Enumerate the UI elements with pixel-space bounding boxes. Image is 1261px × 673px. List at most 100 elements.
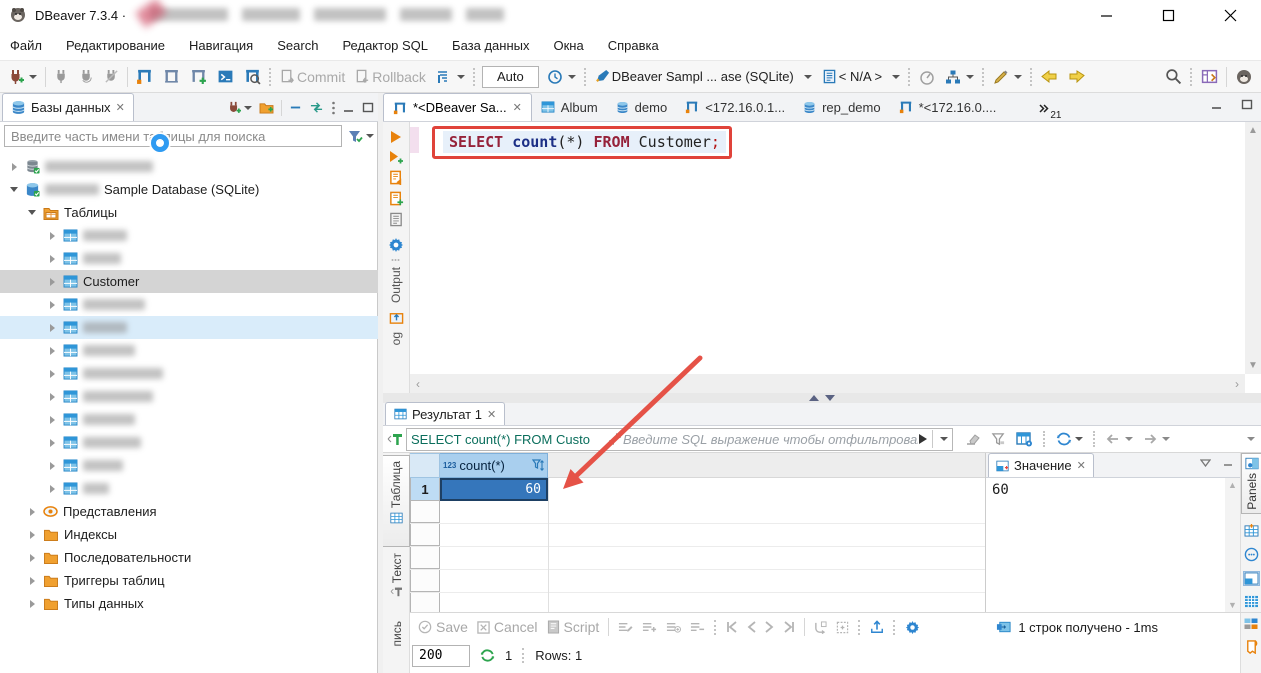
window-minimize-button[interactable] [1075, 0, 1137, 30]
tab-databases[interactable]: Базы данных ✕ [2, 93, 134, 121]
minimize-panel-button[interactable] [343, 102, 355, 114]
commit-button[interactable]: Commit [278, 67, 347, 87]
tree-item-blurred-table[interactable] [0, 247, 378, 270]
tree-item-blurred-table[interactable] [0, 362, 378, 385]
menu-sql-editor[interactable]: Редактор SQL [342, 38, 428, 53]
open-declaration-icon[interactable] [389, 310, 404, 325]
fetch-page-icon[interactable] [814, 621, 827, 634]
duplicate-row-icon[interactable] [666, 621, 681, 633]
tab-panels[interactable]: Panels [1241, 453, 1261, 514]
delete-row-icon[interactable] [690, 621, 705, 633]
new-folder-button[interactable] [259, 101, 274, 114]
panel-references-icon[interactable] [1244, 547, 1259, 562]
tab-sql-editor-172-1[interactable]: <172.16.0.1... [676, 93, 794, 121]
perspective-editor-icon[interactable] [1199, 66, 1220, 87]
custom-filter-icon[interactable] [991, 432, 1006, 446]
editor-vertical-scrollbar[interactable]: ▲▼ [1245, 122, 1261, 374]
value-panel-scrollbar[interactable]: ▲▼ [1225, 478, 1240, 612]
tree-item-blurred-table[interactable] [0, 408, 378, 431]
forward-button[interactable] [1066, 67, 1087, 86]
previous-row-icon[interactable] [747, 621, 756, 633]
execute-new-tab-button[interactable] [389, 150, 404, 164]
tree-folder-views[interactable]: Представления [0, 500, 378, 523]
tree-item-sample-database[interactable]: Sample Database (SQLite) [0, 178, 378, 201]
connect-button[interactable] [52, 67, 71, 86]
menu-database[interactable]: База данных [452, 38, 529, 53]
tree-item-blurred-table[interactable] [0, 339, 378, 362]
table-search-input[interactable] [4, 125, 342, 147]
row-number-cell[interactable]: 1 [410, 478, 440, 501]
export-results-icon[interactable] [870, 620, 884, 634]
transaction-log-button[interactable] [434, 67, 467, 87]
close-icon[interactable]: ✕ [487, 408, 496, 421]
clear-filter-icon[interactable] [965, 432, 981, 446]
filter-settings-icon[interactable] [347, 129, 374, 144]
collapse-all-button[interactable] [289, 101, 302, 114]
tab-output[interactable]: Output [389, 263, 403, 307]
window-close-button[interactable] [1199, 0, 1261, 30]
menu-edit[interactable]: Редактирование [66, 38, 165, 53]
first-row-icon[interactable] [726, 621, 738, 633]
tree-item-blurred-table[interactable] [0, 385, 378, 408]
dashboard-button[interactable] [917, 67, 937, 87]
next-row-icon[interactable] [765, 621, 774, 633]
filter-history-dropdown[interactable] [940, 437, 948, 441]
tab-value[interactable]: Значение ✕ [988, 453, 1094, 477]
grid-empty-row[interactable] [410, 524, 985, 547]
tree-item-blurred-table[interactable] [0, 431, 378, 454]
results-settings-gear-icon[interactable] [905, 620, 920, 635]
menu-navigate[interactable]: Навигация [189, 38, 253, 53]
sql-console-button[interactable] [215, 66, 236, 87]
script-button[interactable]: Script [547, 619, 600, 635]
editor-results-splitter[interactable] [383, 393, 1261, 403]
network-button[interactable] [943, 67, 976, 87]
autocommit-combo[interactable]: Auto [482, 66, 539, 88]
menu-file[interactable]: Файл [10, 38, 42, 53]
window-maximize-button[interactable] [1137, 0, 1199, 30]
last-row-icon[interactable] [783, 621, 795, 633]
refresh-results-button[interactable] [1056, 431, 1083, 447]
tab-log[interactable]: og [389, 328, 403, 349]
link-with-editor-button[interactable] [309, 101, 324, 114]
cancel-button[interactable]: Cancel [477, 619, 538, 635]
tree-folder-sequences[interactable]: Последовательности [0, 546, 378, 569]
active-schema-combo[interactable]: < N/A > [820, 67, 902, 86]
panel-aggregate-icon[interactable] [1244, 595, 1259, 608]
tab-overflow-chevron[interactable]: 21 [1039, 101, 1061, 121]
editor-horizontal-scrollbar[interactable]: ‹› [410, 374, 1245, 393]
tab-result-1[interactable]: Результат 1 ✕ [385, 402, 505, 425]
navigator-new-connection-button[interactable] [227, 101, 252, 115]
panel-value-viewer-icon[interactable] [1244, 572, 1259, 585]
fetch-all-icon[interactable] [836, 621, 849, 634]
tree-item-customer[interactable]: Customer [0, 270, 378, 293]
grid-empty-row[interactable] [410, 547, 985, 570]
save-button[interactable]: Save [418, 619, 468, 635]
perspective-dbeaver-icon[interactable] [1233, 66, 1255, 88]
grid-empty-row[interactable] [410, 593, 985, 612]
transaction-history-button[interactable] [545, 67, 578, 87]
menu-window[interactable]: Окна [553, 38, 583, 53]
tree-folder-datatypes[interactable]: Типы данных [0, 592, 378, 615]
execute-script-button[interactable] [389, 170, 404, 185]
tab-text-presentation[interactable]: Текст [383, 553, 410, 615]
grid-settings-icon[interactable] [1016, 432, 1033, 447]
grid-row-1[interactable]: 1 60 [410, 478, 985, 501]
tree-item-blurred-table[interactable] [0, 293, 378, 316]
tab-record-presentation[interactable]: пись [383, 621, 410, 673]
sql-settings-gear-icon[interactable] [388, 237, 404, 253]
tree-folder-indexes[interactable]: Индексы [0, 523, 378, 546]
panel-metadata-icon[interactable] [1244, 524, 1259, 537]
view-menu-icon[interactable] [331, 101, 336, 115]
filter-field[interactable]: SELECT count(*) FROM Custo [406, 428, 953, 451]
filter-expression-input[interactable] [623, 429, 918, 449]
fetch-next-page-button[interactable] [1143, 433, 1170, 445]
close-icon[interactable]: ✕ [1077, 459, 1086, 472]
add-row-icon[interactable] [642, 621, 657, 633]
grid-empty-row[interactable] [410, 501, 985, 524]
tab-rep-demo[interactable]: rep_demo [794, 93, 890, 121]
value-panel-menu-icon[interactable] [1200, 459, 1211, 467]
edit-cell-icon[interactable] [618, 621, 633, 633]
maximize-panel-button[interactable] [362, 102, 374, 114]
menu-help[interactable]: Справка [608, 38, 659, 53]
editor-maximize-button[interactable] [1241, 99, 1253, 111]
